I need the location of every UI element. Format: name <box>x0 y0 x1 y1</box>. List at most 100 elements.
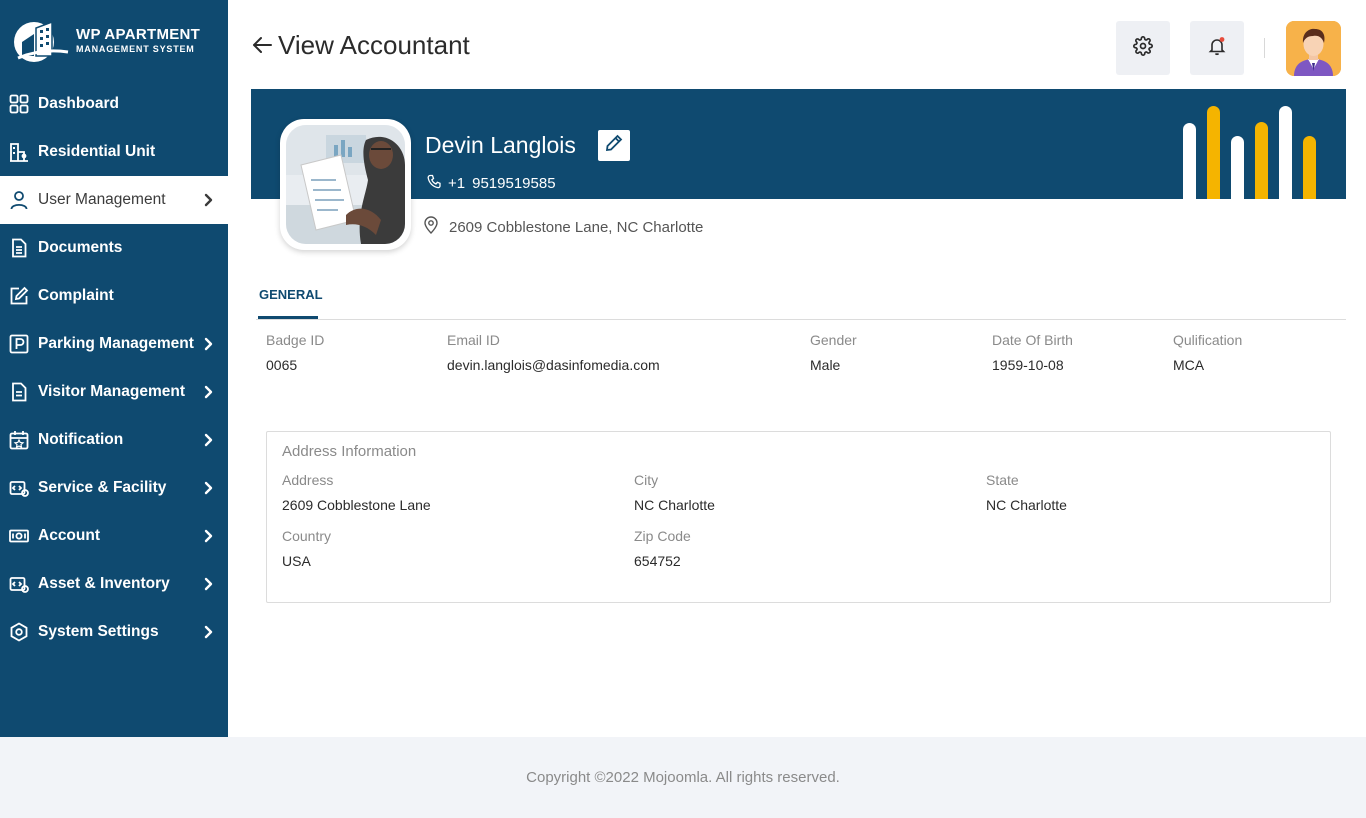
tab-general[interactable]: GENERAL <box>259 287 323 302</box>
tab-divider <box>256 319 1346 320</box>
sidebar-item-label: System Settings <box>38 623 159 640</box>
date-of-birth-value: 1959-10-08 <box>992 357 1064 373</box>
settings-button[interactable] <box>1116 21 1170 75</box>
city-label: City <box>634 472 659 488</box>
date-of-birth-label: Date Of Birth <box>992 332 1073 348</box>
phone-icon <box>427 174 441 193</box>
decor-bar <box>1279 106 1292 199</box>
parking-icon <box>9 334 29 354</box>
badge-id-value: 0065 <box>266 357 298 373</box>
chevron-right-icon <box>204 577 214 591</box>
city-value: NC Charlotte <box>634 497 715 513</box>
decor-bar <box>1183 123 1196 199</box>
sidebar-item-label: Notification <box>38 431 124 448</box>
app-logo[interactable]: WP APARTMENT MANAGEMENT SYSTEM <box>0 0 228 80</box>
profile-address-text: 2609 Cobblestone Lane, NC Charlotte <box>449 218 704 236</box>
gender-label: Gender <box>810 332 857 348</box>
location-pin-icon <box>423 216 439 238</box>
sidebar-item-system-settings[interactable]: System Settings <box>0 608 228 656</box>
profile-photo <box>286 125 405 244</box>
sidebar: WP APARTMENT MANAGEMENT SYSTEM Dashboard… <box>0 0 228 737</box>
qualification-value: MCA <box>1173 357 1205 373</box>
gender-value: Male <box>810 357 841 373</box>
state-value: NC Charlotte <box>986 497 1067 513</box>
profile-address: 2609 Cobblestone Lane, NC Charlotte <box>423 216 703 238</box>
decor-bar <box>1303 136 1316 199</box>
document-icon <box>9 238 29 258</box>
address-information-title: Address Information <box>282 443 417 460</box>
page-title: View Accountant <box>278 30 470 60</box>
chevron-right-icon <box>204 529 214 543</box>
address-label: Address <box>282 472 334 488</box>
notification-button[interactable] <box>1190 21 1244 75</box>
country-value: USA <box>282 553 311 569</box>
profile-photo-frame <box>280 119 411 250</box>
profile-phone: +1 9519519585 <box>427 174 556 193</box>
sidebar-item-label: Residential Unit <box>38 143 156 160</box>
sidebar-item-user-management[interactable]: User Management <box>0 176 228 224</box>
logo-building-icon <box>12 18 70 62</box>
pencil-icon <box>605 134 623 157</box>
chevron-right-icon <box>204 625 214 639</box>
sidebar-item-dashboard[interactable]: Dashboard <box>0 80 228 128</box>
building-icon <box>9 142 29 162</box>
profile-name: Devin Langlois <box>425 132 576 158</box>
sidebar-item-label: User Management <box>38 191 166 208</box>
sidebar-item-service-facility[interactable]: Service & Facility <box>0 464 228 512</box>
sidebar-item-notification[interactable]: Notification <box>0 416 228 464</box>
address-information-card <box>266 431 1331 603</box>
sidebar-item-label: Service & Facility <box>38 479 167 496</box>
arrow-left-icon[interactable] <box>252 30 272 61</box>
gear-icon <box>1133 35 1153 61</box>
visitor-doc-icon <box>9 382 29 402</box>
sidebar-item-residential-unit[interactable]: Residential Unit <box>0 128 228 176</box>
zip-code-label: Zip Code <box>634 528 691 544</box>
sidebar-item-label: Visitor Management <box>38 383 186 400</box>
address-value: 2609 Cobblestone Lane <box>282 497 431 513</box>
sidebar-item-label: Dashboard <box>38 95 119 112</box>
edit-note-icon <box>9 286 29 306</box>
decor-bar <box>1255 122 1268 199</box>
phone-number: 9519519585 <box>472 175 556 192</box>
bell-icon <box>1207 36 1227 61</box>
chevron-right-icon <box>204 337 214 351</box>
copyright-text: Copyright ©2022 Mojoomla. All rights res… <box>526 769 840 786</box>
sidebar-item-label: Asset & Inventory <box>38 575 170 592</box>
sidebar-nav: Dashboard Residential Unit User Manageme… <box>0 80 228 656</box>
logo-title: WP APARTMENT <box>76 25 201 43</box>
badge-id-label: Badge ID <box>266 332 325 348</box>
profile-banner <box>251 89 1346 199</box>
decor-bar <box>1231 136 1244 199</box>
chevron-right-icon <box>204 193 214 207</box>
chevron-right-icon <box>204 481 214 495</box>
dashboard-grid-icon <box>9 94 29 114</box>
sidebar-item-visitor-management[interactable]: Visitor Management <box>0 368 228 416</box>
sidebar-item-parking-management[interactable]: Parking Management <box>0 320 228 368</box>
sidebar-item-label: Account <box>38 527 100 544</box>
settings-eye-icon <box>9 622 29 642</box>
email-id-value: devin.langlois@dasinfomedia.com <box>447 357 660 373</box>
sidebar-item-account[interactable]: Account <box>0 512 228 560</box>
decor-bar <box>1207 106 1220 199</box>
calendar-star-icon <box>9 430 29 450</box>
sidebar-item-label: Complaint <box>38 287 114 304</box>
user-icon <box>9 190 29 210</box>
avatar[interactable] <box>1286 21 1341 76</box>
service-icon <box>9 478 29 498</box>
money-icon <box>9 526 29 546</box>
asset-icon <box>9 574 29 594</box>
sidebar-item-asset-inventory[interactable]: Asset & Inventory <box>0 560 228 608</box>
sidebar-item-label: Documents <box>38 239 123 256</box>
footer: Copyright ©2022 Mojoomla. All rights res… <box>0 737 1366 818</box>
chevron-right-icon <box>204 385 214 399</box>
chevron-right-icon <box>204 433 214 447</box>
sidebar-item-label: Parking Management <box>38 335 194 352</box>
zip-code-value: 654752 <box>634 553 681 569</box>
sidebar-item-documents[interactable]: Documents <box>0 224 228 272</box>
qualification-label: Qulification <box>1173 332 1243 348</box>
country-label: Country <box>282 528 332 544</box>
header-divider <box>1264 38 1265 58</box>
sidebar-item-complaint[interactable]: Complaint <box>0 272 228 320</box>
edit-profile-button[interactable] <box>598 130 630 161</box>
phone-code: +1 <box>448 175 466 192</box>
